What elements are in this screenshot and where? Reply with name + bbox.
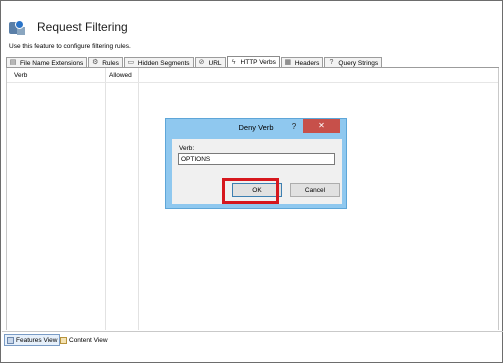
page-title: Request Filtering [37, 20, 128, 34]
tab-label: HTTP Verbs [240, 59, 276, 66]
features-view-icon [7, 336, 14, 344]
view-label: Features View [16, 336, 58, 344]
content-view-icon [60, 336, 67, 344]
deny-verb-dialog: Deny Verb ? ✕ Verb: OK Cancel [165, 118, 347, 209]
cancel-button[interactable]: Cancel [290, 183, 340, 197]
column-header-verb[interactable]: Verb [14, 72, 27, 79]
tab-label: URL [208, 59, 222, 67]
query-strings-icon: ? [329, 59, 334, 66]
help-icon[interactable]: ? [289, 121, 299, 133]
content-view-tab[interactable]: Content View [58, 334, 110, 346]
column-divider[interactable] [138, 68, 139, 330]
request-filtering-icon [7, 17, 27, 37]
feature-header: Request Filtering [7, 15, 128, 39]
verb-input[interactable] [178, 153, 335, 165]
hidden-segments-icon: ▭ [127, 59, 135, 66]
close-icon[interactable]: ✕ [303, 119, 340, 133]
tab-label: Headers [294, 59, 320, 67]
rules-icon: ⚙ [92, 59, 99, 66]
features-view-tab[interactable]: Features View [4, 334, 61, 346]
verb-field-label: Verb: [179, 145, 195, 152]
feature-description: Use this feature to configure filtering … [9, 43, 131, 50]
header-divider [7, 82, 498, 83]
column-divider[interactable] [105, 68, 106, 330]
tab-label: File Name Extensions [20, 59, 84, 67]
column-header-allowed[interactable]: Allowed [109, 72, 132, 79]
view-label: Content View [69, 336, 108, 344]
dialog-body: Verb: OK Cancel [172, 139, 342, 204]
url-icon: ⊘ [198, 59, 205, 66]
sort-indicator-icon: ˆ [65, 68, 67, 74]
tab-label: Query Strings [338, 59, 379, 67]
tab-label: Hidden Segments [137, 59, 190, 67]
ok-button[interactable]: OK [232, 183, 282, 197]
view-bar-divider [2, 331, 503, 332]
http-verbs-icon: ϟ [231, 58, 236, 66]
file-icon: ▤ [9, 59, 17, 66]
headers-icon: ▦ [284, 59, 292, 66]
tab-label: Rules [102, 59, 119, 67]
